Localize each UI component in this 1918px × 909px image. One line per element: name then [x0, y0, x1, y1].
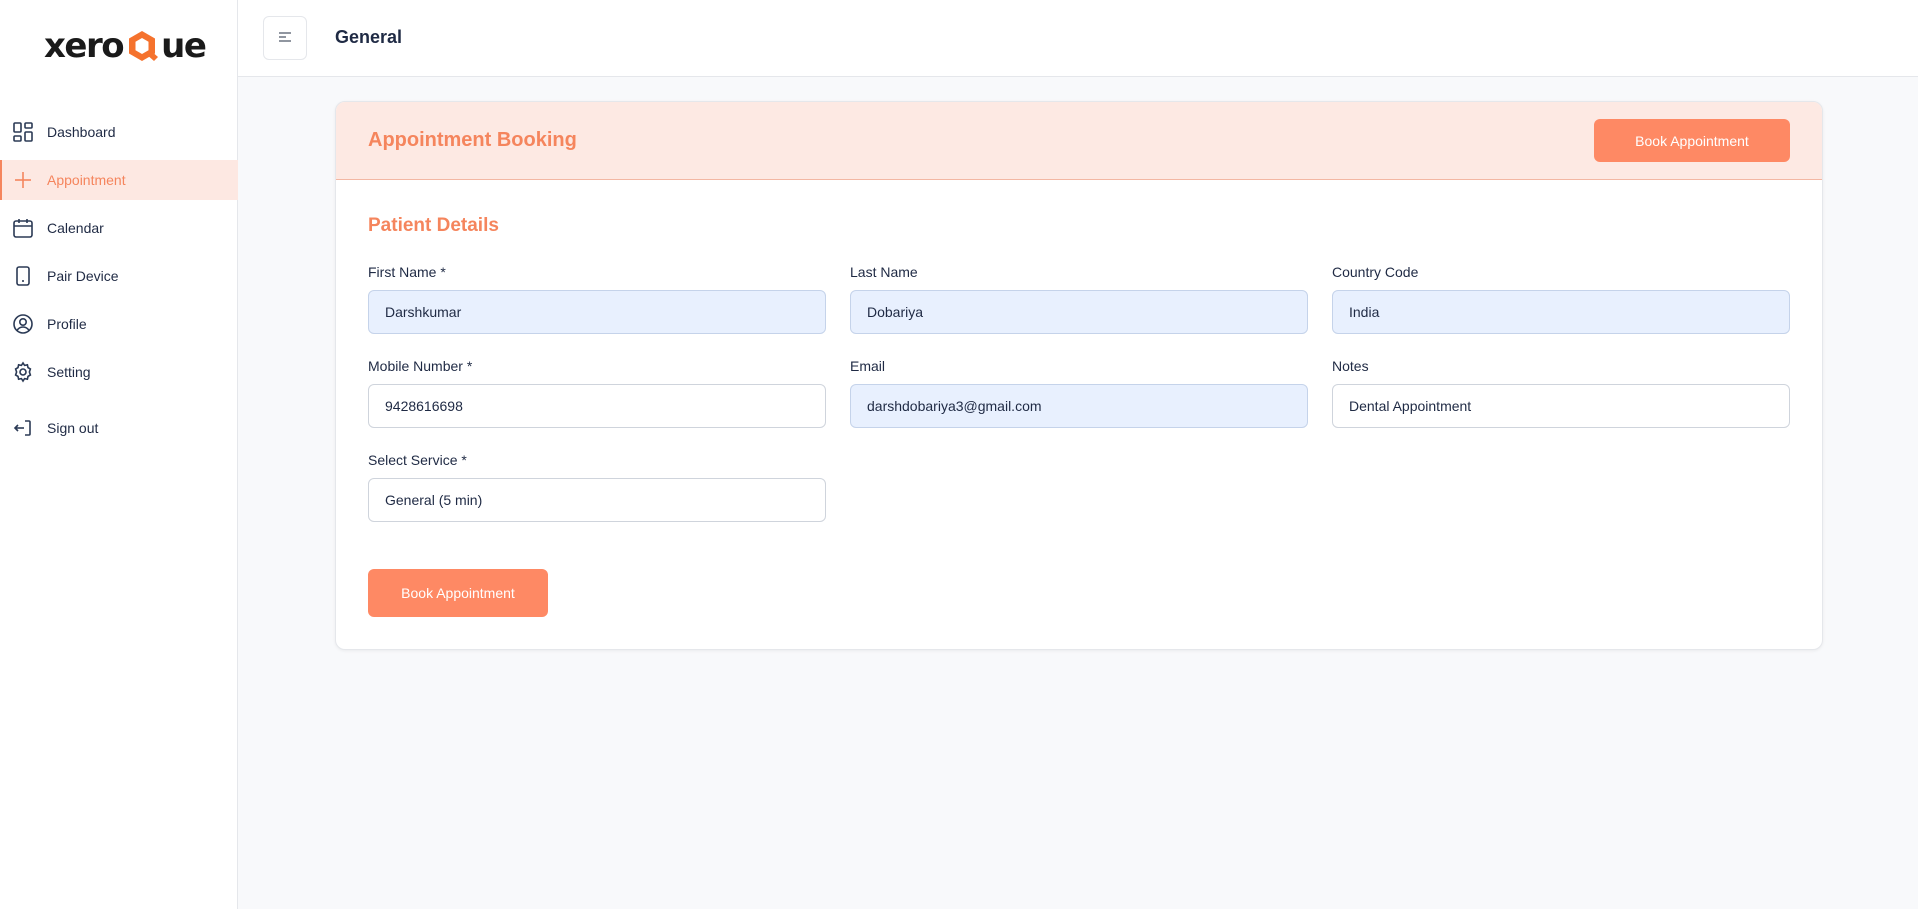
gear-icon — [12, 361, 34, 383]
select-service-field[interactable]: General (5 min) — [368, 478, 826, 522]
sidebar-item-profile[interactable]: Profile — [0, 304, 238, 344]
book-appointment-submit-button[interactable]: Book Appointment — [368, 569, 548, 617]
sign-out-icon — [12, 417, 34, 439]
first-name-field[interactable]: Darshkumar — [368, 290, 826, 334]
sidebar-item-label: Profile — [47, 316, 87, 332]
sidebar-item-label: Sign out — [47, 420, 99, 436]
page-title: General — [335, 27, 403, 47]
user-circle-icon — [12, 313, 34, 335]
sidebar-nav: Dashboard Appointment Calendar Pair Devi… — [0, 112, 238, 456]
logo-text-right: ue — [161, 26, 207, 66]
mobile-number-field[interactable]: 9428616698 — [368, 384, 826, 428]
sidebar-item-pair-device[interactable]: Pair Device — [0, 256, 238, 296]
sidebar-item-appointment[interactable]: Appointment — [0, 160, 238, 200]
logo-q-icon — [124, 28, 160, 64]
book-appointment-header-button[interactable]: Book Appointment — [1594, 119, 1790, 162]
select-service-label: Select Service * — [368, 452, 467, 468]
calendar-icon — [12, 217, 34, 239]
card-title: Appointment Booking — [368, 129, 577, 151]
last-name-label: Last Name — [850, 264, 918, 280]
menu-toggle-icon — [277, 30, 293, 47]
plus-icon — [12, 169, 34, 191]
mobile-number-label: Mobile Number * — [368, 358, 473, 374]
section-title: Patient Details — [368, 215, 499, 236]
country-code-label: Country Code — [1332, 264, 1419, 280]
email-label: Email — [850, 358, 886, 374]
top-bar: General — [238, 0, 1918, 77]
brand-logo[interactable]: xero ue — [44, 26, 207, 66]
phone-icon — [12, 265, 34, 287]
sidebar-item-label: Pair Device — [47, 268, 119, 284]
sidebar-item-label: Dashboard — [47, 124, 116, 140]
notes-field[interactable]: Dental Appointment — [1332, 384, 1790, 428]
logo-text-left: xero — [44, 26, 125, 66]
menu-toggle-button[interactable] — [263, 16, 307, 60]
sidebar-item-label: Setting — [47, 364, 91, 380]
sidebar-item-calendar[interactable]: Calendar — [0, 208, 238, 248]
appointment-card: Appointment Booking Book Appointment Pat… — [335, 101, 1823, 650]
sidebar-item-setting[interactable]: Setting — [0, 352, 238, 392]
dashboard-icon — [12, 121, 34, 143]
notes-label: Notes — [1332, 358, 1369, 374]
card-header: Appointment Booking Book Appointment — [336, 102, 1822, 180]
first-name-label: First Name * — [368, 264, 446, 280]
sidebar-item-sign-out[interactable]: Sign out — [0, 408, 238, 448]
last-name-field[interactable]: Dobariya — [850, 290, 1308, 334]
sidebar-item-label: Appointment — [47, 172, 126, 188]
email-field[interactable]: darshdobariya3@gmail.com — [850, 384, 1308, 428]
country-code-field[interactable]: India — [1332, 290, 1790, 334]
sidebar-item-dashboard[interactable]: Dashboard — [0, 112, 238, 152]
sidebar: xero ue Dashboard Appointment Calendar P… — [0, 0, 238, 909]
sidebar-item-label: Calendar — [47, 220, 104, 236]
